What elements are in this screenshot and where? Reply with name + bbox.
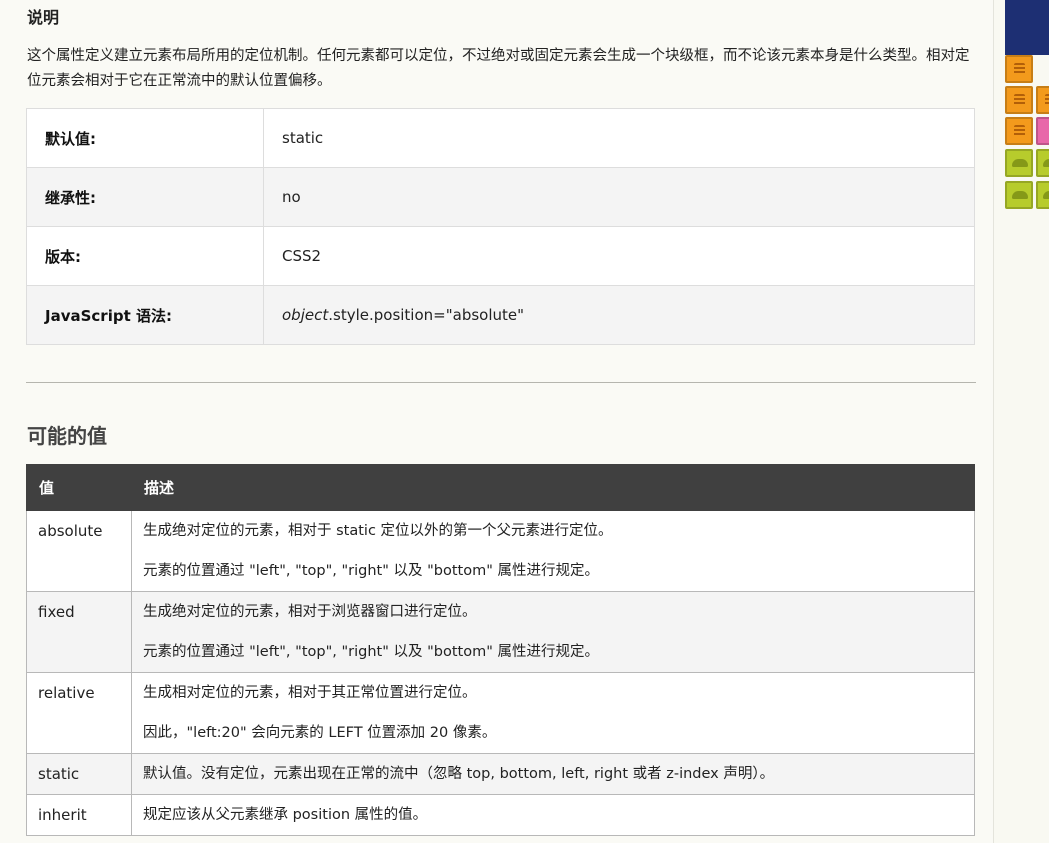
description-line: 生成绝对定位的元素，相对于 static 定位以外的第一个父元素进行定位。 [143,523,613,539]
description-line: 元素的位置通过 "left", "top", "right" 以及 "botto… [143,563,599,579]
table-row: relative 生成相对定位的元素，相对于其正常位置进行定位。 因此，"lef… [26,672,975,754]
table-row: inherit 规定应该从父元素继承 position 属性的值。 [26,794,975,836]
column-header-value: 值 [26,464,132,511]
property-label: 默认值: [26,108,264,168]
description-heading: 说明 [27,8,60,27]
orange-block-icon [1005,55,1033,83]
value-cell: relative [26,672,132,754]
table-row: 版本: CSS2 [26,226,975,286]
description-cell: 生成绝对定位的元素，相对于 static 定位以外的第一个父元素进行定位。 元素… [131,510,975,592]
possible-values-table: 值 描述 absolute 生成绝对定位的元素，相对于 static 定位以外的… [26,464,975,836]
value-cell: static [26,753,132,795]
description-line: 因此，"left:20" 会向元素的 LEFT 位置添加 20 像素。 [143,725,497,741]
property-info-table: 默认值: static 继承性: no 版本: CSS2 JavaScript … [26,108,975,345]
syntax-object-italic: object [282,306,329,324]
description-text: 这个属性定义建立元素布局所用的定位机制。任何元素都可以定位，不过绝对或固定元素会… [27,48,970,89]
sidebar-divider [993,0,994,843]
property-value: static [263,108,975,168]
property-value: CSS2 [263,226,975,286]
table-header-row: 值 描述 [26,464,975,511]
orange-block-icon [1005,117,1033,145]
syntax-rest: .style.position="absolute" [328,306,525,324]
description-line: 默认值。没有定位，元素出现在正常的流中（忽略 top, bottom, left… [143,766,775,782]
property-label: 继承性: [26,167,264,227]
green-block-icon [1036,149,1049,177]
table-row: absolute 生成绝对定位的元素，相对于 static 定位以外的第一个父元… [26,510,975,592]
property-value: no [263,167,975,227]
description-line: 生成绝对定位的元素，相对于浏览器窗口进行定位。 [143,604,477,620]
description-cell: 生成相对定位的元素，相对于其正常位置进行定位。 因此，"left:20" 会向元… [131,672,975,754]
property-label: JavaScript 语法: [26,285,264,345]
pink-block-icon [1036,117,1049,145]
description-line: 规定应该从父元素继承 position 属性的值。 [143,807,428,823]
property-value: object.style.position="absolute" [263,285,975,345]
ad-sky-background [1005,0,1049,55]
column-header-description: 描述 [131,464,975,511]
possible-values-heading: 可能的值 [27,424,107,448]
green-block-icon [1036,181,1049,209]
property-label: 版本: [26,226,264,286]
orange-block-icon [1005,86,1033,114]
description-cell: 默认值。没有定位，元素出现在正常的流中（忽略 top, bottom, left… [131,753,975,795]
table-row: JavaScript 语法: object.style.position="ab… [26,285,975,345]
orange-block-icon [1036,86,1049,114]
table-row: fixed 生成绝对定位的元素，相对于浏览器窗口进行定位。 元素的位置通过 "l… [26,591,975,673]
table-row: 默认值: static [26,108,975,168]
value-cell: absolute [26,510,132,592]
description-line: 生成相对定位的元素，相对于其正常位置进行定位。 [143,685,477,701]
main-content: 说明 这个属性定义建立元素布局所用的定位机制。任何元素都可以定位，不过绝对或固定… [0,0,993,843]
description-cell: 规定应该从父元素继承 position 属性的值。 [131,794,975,836]
green-block-icon [1005,149,1033,177]
description-line: 元素的位置通过 "left", "top", "right" 以及 "botto… [143,644,599,660]
section-divider [26,382,976,383]
table-row: static 默认值。没有定位，元素出现在正常的流中（忽略 top, botto… [26,753,975,795]
value-cell: fixed [26,591,132,673]
sidebar-ad-banner[interactable] [1005,0,1049,212]
value-cell: inherit [26,794,132,836]
description-cell: 生成绝对定位的元素，相对于浏览器窗口进行定位。 元素的位置通过 "left", … [131,591,975,673]
table-row: 继承性: no [26,167,975,227]
green-block-icon [1005,181,1033,209]
